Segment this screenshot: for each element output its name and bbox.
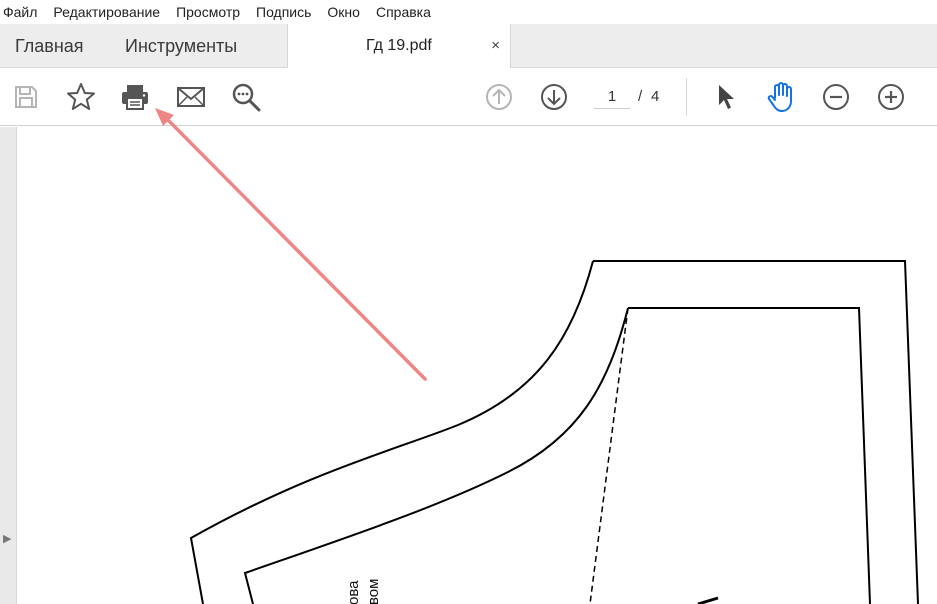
pattern-drawing [189,260,919,604]
page-separator: / [638,88,643,105]
tab-bar: Главная Инструменты Гд 19.pdf × [0,24,937,69]
left-panel-gutter[interactable]: ▶ [0,127,17,604]
menu-help[interactable]: Справка [368,0,439,24]
tab-document[interactable]: Гд 19.pdf × [287,24,511,69]
tab-tools[interactable]: Инструменты [125,24,237,68]
select-arrow-icon[interactable] [710,81,742,113]
mail-icon[interactable] [175,81,207,113]
toolbar-divider [686,78,687,116]
document-tab-title: Гд 19.pdf [366,37,432,54]
menu-file[interactable]: Файл [0,0,45,24]
menu-edit[interactable]: Редактирование [45,0,168,24]
page-down-icon[interactable] [538,81,570,113]
menu-sign[interactable]: Подпись [248,0,319,24]
zoom-in-icon[interactable] [875,81,907,113]
save-icon[interactable] [10,81,42,113]
hand-icon[interactable] [765,81,797,113]
zoom-out-icon[interactable] [820,81,852,113]
search-more-icon[interactable] [230,81,262,113]
print-icon[interactable] [119,81,151,113]
toolbar: / 4 [0,68,937,126]
menu-view[interactable]: Просмотр [168,0,248,24]
pattern-text: вом [365,578,382,604]
expand-panel-icon[interactable]: ▶ [3,532,11,545]
close-tab-button[interactable]: × [491,24,500,68]
document-view[interactable]: ова вом [18,127,937,604]
page-up-icon[interactable] [483,81,515,113]
page-total: 4 [651,88,660,105]
menu-window[interactable]: Окно [319,0,368,24]
star-icon[interactable] [65,81,97,113]
page-number-input[interactable] [594,85,630,109]
pattern-text: ова [345,580,362,604]
menu-bar: Файл Редактирование Просмотр Подпись Окн… [0,0,937,24]
tab-home[interactable]: Главная [15,24,84,68]
